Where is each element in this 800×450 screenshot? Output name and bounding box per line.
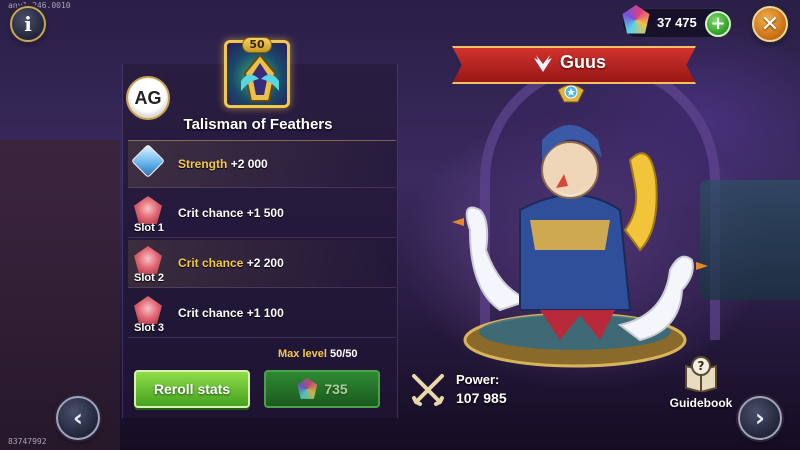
emerald-icon [622,5,650,34]
add-emeralds-button[interactable]: + [705,11,731,37]
strength-diamond-icon [131,144,165,178]
ag-logo: AG [126,76,170,120]
crossed-swords-icon [412,374,444,406]
hero-figure[interactable] [430,100,720,390]
book-question-icon: ? [685,356,717,392]
svg-text:?: ? [698,359,705,373]
max-level-label: Max level [278,348,327,360]
chevron-left-icon: ‹ [73,404,83,432]
next-button[interactable]: › [738,396,782,440]
slot-label: Slot 2 [134,272,164,284]
crit-gem-icon [134,296,162,324]
stat-name: Crit chance [178,206,244,220]
reroll-cost: 735 [324,381,348,397]
plus-icon: + [710,13,726,34]
stat-value: +2 200 [246,256,284,270]
stat-value: +1 100 [246,306,284,320]
previous-button[interactable]: ‹ [56,396,100,440]
power-label: Power: [456,372,500,387]
close-button[interactable]: ✕ [752,6,788,42]
stat-text: Strength +2 000 [178,157,268,171]
reroll-stats-button[interactable]: Reroll stats [134,370,250,408]
max-level-text: Max level 50/50 [278,348,358,360]
artifact-name: Talisman of Feathers [183,116,333,133]
stat-value: +1 500 [246,206,284,220]
stat-row-strength: Strength +2 000 [128,140,396,188]
reroll-cost-button[interactable]: 735 [264,370,380,408]
stat-text: Crit chance +1 500 [178,206,284,220]
stat-text: Crit chance +2 200 [178,256,284,270]
stat-name: Strength [178,157,228,171]
guidebook-button[interactable]: ? Guidebook [666,356,736,414]
crit-gem-icon [134,246,162,274]
chevron-right-icon: › [755,404,765,432]
stat-name: Crit chance [178,306,244,320]
hero-name-text: Guus [559,52,606,72]
emerald-counter: 37 475 + [622,5,732,38]
stat-text: Crit chance +1 100 [178,306,284,320]
game-scene: any1.246.0010 83747992 i 37 475 + ✕ AG 5… [0,0,800,450]
guidebook-label: Guidebook [669,396,733,410]
stat-row-slot-2: Slot 2 Crit chance +2 200 [128,240,396,288]
max-level-value: 50/50 [329,348,358,360]
slot-label: Slot 1 [134,222,164,234]
debug-id: 83747992 [8,437,47,446]
stat-value: +2 000 [230,157,268,171]
slot-label: Slot 3 [134,322,164,334]
crit-gem-icon [134,196,162,224]
talisman-level-badge: 50 [242,37,272,53]
close-icon: ✕ [760,11,780,37]
info-button[interactable]: i [10,6,46,42]
hero-name: Guus [452,52,696,73]
emerald-icon [297,378,318,399]
emerald-amount: 37 475 [657,15,697,30]
stat-row-slot-1: Slot 1 Crit chance +1 500 [128,190,396,238]
info-icon: i [24,12,32,36]
stat-name: Crit chance [178,256,244,270]
stat-row-slot-3: Slot 3 Crit chance +1 100 [128,290,396,338]
power-value: 107 985 [456,390,507,406]
